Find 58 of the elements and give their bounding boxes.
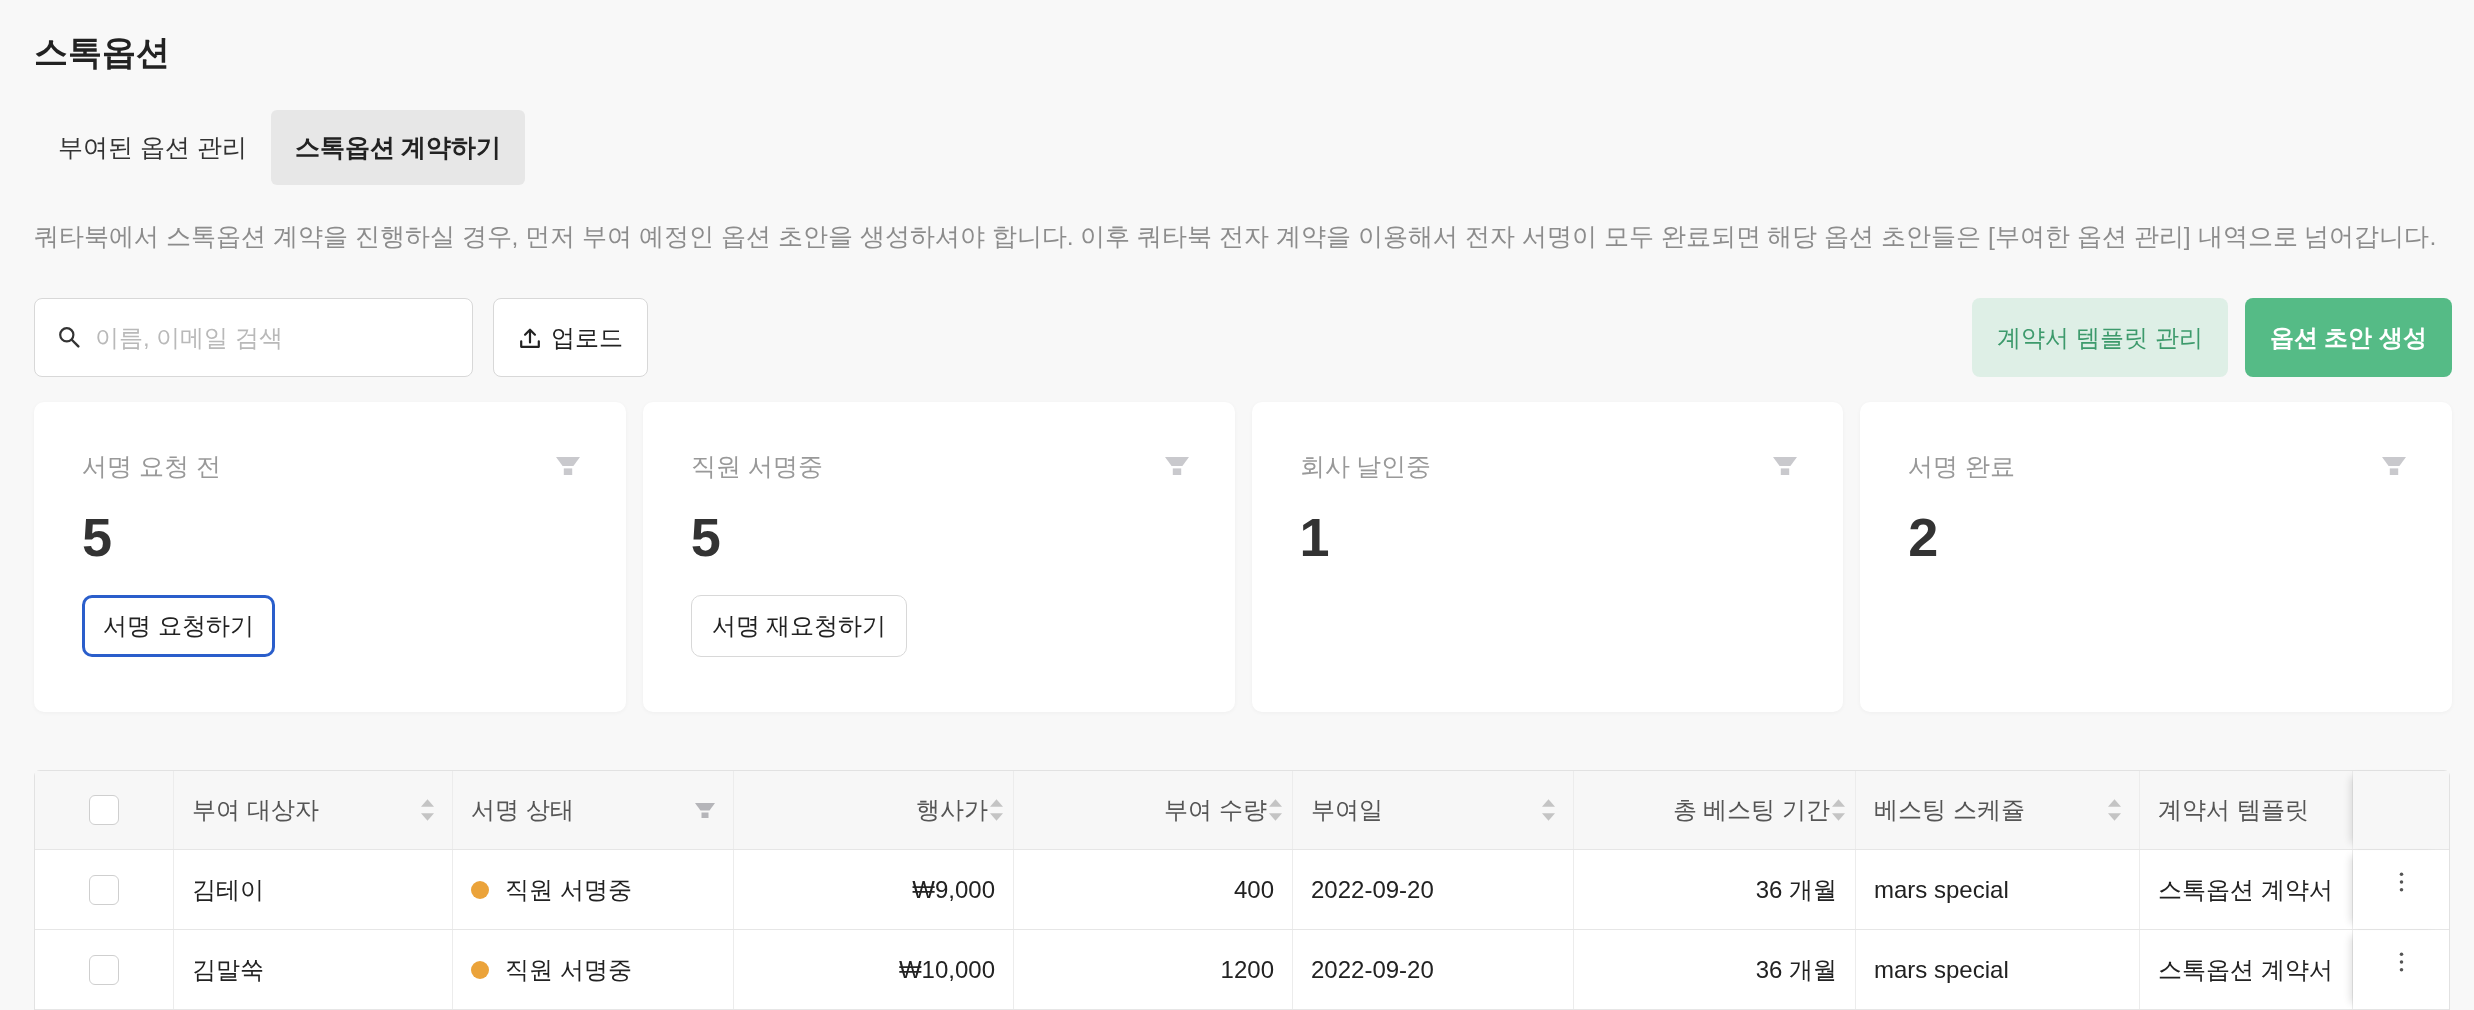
select-all-checkbox[interactable] [89,795,119,825]
filter-icon[interactable] [2382,457,2406,475]
sort-icon[interactable] [990,799,1003,821]
table-cell: 2022-09-20 [1311,875,1434,904]
search-icon [58,326,80,348]
sort-icon[interactable] [421,799,434,821]
card-label: 서명 완료 [1908,451,2016,482]
header-label: 베스팅 스케쥴 [1874,795,2025,825]
filter-icon[interactable] [695,802,715,818]
table-cell-text: 36 개월 [1755,874,1837,905]
table-cell-text: 36 개월 [1755,954,1837,985]
card-label: 서명 요청 전 [82,451,221,482]
upload-button[interactable]: 업로드 [493,298,648,377]
card-count: 1 [1299,506,1330,568]
card-action-button[interactable]: 서명 요청하기 [82,595,275,657]
filter-icon[interactable] [555,457,580,475]
status-text: 직원 서명중 [505,954,632,985]
sort-icon[interactable] [1269,799,1282,821]
table-cell: 2022-09-20 [1311,955,1434,984]
card-label: 회사 날인중 [1299,451,1432,482]
sort-icon[interactable] [2108,799,2121,821]
table-cell-text: 스톡옵션 계약서 [2158,874,2333,905]
card-label: 직원 서명중 [690,451,823,482]
table-cell: 400 [1233,875,1274,904]
tab[interactable]: 스톡옵션 계약하기 [270,110,526,185]
table-cell-text: 김말쑥 [192,954,264,985]
more-icon[interactable] [2398,872,2404,892]
table-cell-text: 스톡옵션 계약서 [2158,954,2333,985]
sort-icon[interactable] [1542,799,1555,821]
table-cell: ₩10,000 [898,955,995,984]
tab[interactable]: 부여된 옵션 관리 [34,110,271,185]
table-cell-text: 김테이 [192,874,264,905]
table-cell: ₩9,000 [912,875,995,904]
filter-icon[interactable] [1773,457,1798,475]
sort-icon[interactable] [1832,799,1845,821]
filter-icon[interactable] [1164,457,1189,475]
header-label: 계약서 템플릿 [2158,795,2309,825]
card-count: 5 [690,506,721,568]
search-field[interactable]: 이름, 이메일 검색 [34,298,473,377]
upload-icon [518,326,541,349]
header-label: 부여 대상자 [192,795,319,825]
status-text: 직원 서명중 [505,874,632,905]
card-action-button[interactable]: 서명 재요청하기 [690,595,908,657]
header-label: 부여일 [1311,795,1383,825]
row-checkbox[interactable] [89,954,119,985]
header-label: 총 베스팅 기간 [1672,795,1830,825]
table-cell: mars special [1874,955,2009,984]
card-count: 5 [82,506,113,568]
header-label: 부여 수량 [1164,795,1267,825]
table-cell: 1200 [1220,955,1274,984]
page-title: 스톡옵션 [34,32,171,73]
description-text: 쿼타북에서 스톡옵션 계약을 진행하실 경우, 먼저 부여 예정인 옵션 초안을 생성하셔야 합니다. 이후 쿼타북 전자 계약을 이용해서 전자 서명이 모두 완료되면 해당 옵션 초안들은 [부여한 옵션 관리] 내역으로 넘어갑니다. [34,222,2438,252]
more-icon[interactable] [2398,952,2404,972]
header-label: 행사가 [916,795,988,825]
header-label: 서명 상태 [471,795,574,825]
table-cell: mars special [1874,875,2009,904]
row-checkbox[interactable] [89,874,119,905]
card-count: 2 [1908,506,1939,568]
